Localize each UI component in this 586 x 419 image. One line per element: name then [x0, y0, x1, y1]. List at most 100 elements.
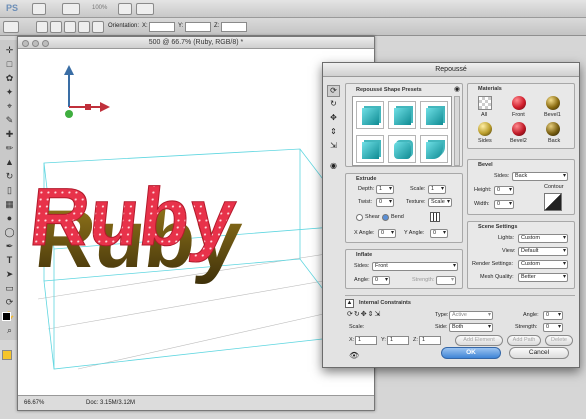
3d-scene[interactable]: Ruby Ruby [18, 49, 374, 395]
bevel-height-input[interactable]: 0 [494, 186, 514, 195]
constraint-type-select[interactable]: Active [449, 311, 493, 320]
doc-size-readout[interactable]: Doc: 3.15M/3.12M [86, 400, 135, 406]
3d-scale-button[interactable] [92, 21, 104, 33]
presets-scrollbar[interactable] [454, 96, 460, 166]
history-brush-tool-icon[interactable]: ↻ [3, 170, 16, 183]
camera-icon[interactable]: ◉ [327, 161, 340, 173]
inflate-strength-input[interactable] [436, 276, 456, 285]
preview-toggle-icon[interactable]: 👁 [349, 351, 359, 360]
material-sides-label: Sides [478, 138, 492, 144]
texture-label: Texture: [406, 199, 426, 205]
pen-tool-icon[interactable]: ✒ [3, 240, 16, 253]
background-color-swatch[interactable] [2, 350, 12, 360]
eraser-tool-icon[interactable]: ▯ [3, 184, 16, 197]
zoom-tool-icon[interactable]: ⌕ [3, 324, 16, 337]
preset-bevel-extrude[interactable] [420, 101, 448, 129]
preset-inflate[interactable] [356, 135, 384, 163]
render-settings-select[interactable]: Custom [518, 260, 568, 269]
constraint-strength-input[interactable]: 0 [543, 323, 563, 332]
object-pan-icon[interactable]: ✥ [327, 113, 340, 125]
marquee-tool-icon[interactable]: □ [3, 58, 16, 71]
contour-picker[interactable] [544, 193, 562, 211]
3d-pan-button[interactable] [64, 21, 76, 33]
material-sides-swatch[interactable] [478, 122, 492, 136]
object-scale-icon[interactable]: ⇲ [327, 141, 340, 153]
tool-preset-picker[interactable] [3, 21, 19, 33]
constraint-y-input[interactable]: 1 [387, 336, 409, 345]
bevel-width-input[interactable]: 0 [494, 200, 514, 209]
move-tool-icon[interactable]: ✛ [3, 44, 16, 57]
type-tool-icon[interactable]: T [3, 254, 16, 267]
cancel-button[interactable]: Cancel [509, 347, 569, 359]
lasso-tool-icon[interactable]: ✿ [3, 72, 16, 85]
document-canvas[interactable]: Ruby Ruby [18, 49, 374, 395]
3d-slide-button[interactable] [78, 21, 90, 33]
texture-select[interactable]: Scale [428, 198, 452, 207]
foreground-color-swatch[interactable] [2, 312, 11, 321]
delete-constraint-button[interactable]: Delete [545, 335, 573, 346]
screen-mode-button[interactable] [136, 3, 154, 15]
preset-scale[interactable] [388, 135, 416, 163]
lights-select[interactable]: Custom [518, 234, 568, 243]
material-all-swatch[interactable] [478, 96, 492, 110]
view-select[interactable]: Default [518, 247, 568, 256]
hand-tool-button[interactable] [118, 3, 132, 15]
close-icon[interactable] [22, 40, 29, 47]
presets-menu-icon[interactable]: ◉ [454, 85, 460, 93]
minimize-icon[interactable] [32, 40, 39, 47]
constraint-z-input[interactable]: 1 [419, 336, 441, 345]
eyedropper-tool-icon[interactable]: ✎ [3, 114, 16, 127]
preset-extrude[interactable] [356, 101, 384, 129]
3d-rotate-button[interactable] [36, 21, 48, 33]
object-slide-icon[interactable]: ⇕ [327, 127, 340, 139]
scale-input[interactable]: 1 [428, 185, 446, 194]
view-extras-button[interactable] [62, 3, 80, 15]
preset-bevel-frame[interactable] [388, 101, 416, 129]
orientation-x-field[interactable] [149, 22, 175, 32]
3d-roll-button[interactable] [50, 21, 62, 33]
constraint-angle-input[interactable]: 0 [543, 311, 563, 320]
dodge-tool-icon[interactable]: ◯ [3, 226, 16, 239]
material-back-swatch[interactable] [546, 122, 560, 136]
material-bevel2-swatch[interactable] [512, 122, 526, 136]
material-front-swatch[interactable] [512, 96, 526, 110]
constraint-side-select[interactable]: Both [449, 323, 493, 332]
inflate-angle-input[interactable]: 0 [372, 276, 390, 285]
twist-input[interactable]: 0 [376, 198, 394, 207]
launch-bridge-button[interactable] [32, 3, 46, 15]
constraint-x-input[interactable]: 1 [355, 336, 377, 345]
shape-tool-icon[interactable]: ▭ [3, 282, 16, 295]
zoom-window-icon[interactable] [42, 40, 49, 47]
object-rotate-icon[interactable]: ⟳ [327, 85, 340, 97]
path-selection-tool-icon[interactable]: ➤ [3, 268, 16, 281]
zoom-readout[interactable]: 66.67% [24, 400, 44, 406]
add-element-button[interactable]: Add Element [455, 335, 503, 346]
constraint-tools-icon[interactable]: ⟳↻✥⇕⇲ [347, 310, 381, 318]
3d-rotate-tool-icon[interactable]: ⟳ [3, 296, 16, 309]
clone-stamp-tool-icon[interactable]: ▲ [3, 156, 16, 169]
shear-radio[interactable] [356, 214, 363, 221]
ok-button[interactable]: OK [441, 347, 501, 359]
crop-tool-icon[interactable]: ⌖ [3, 100, 16, 113]
blur-tool-icon[interactable]: ● [3, 212, 16, 225]
reference-point-grid-icon[interactable] [430, 212, 440, 222]
x-angle-input[interactable]: 0 [378, 229, 396, 238]
constraints-toggle-icon[interactable]: ▲ [345, 299, 354, 308]
zoom-level[interactable]: 100% [92, 5, 107, 11]
brush-tool-icon[interactable]: ✏ [3, 142, 16, 155]
preset-bend[interactable] [420, 135, 448, 163]
material-bevel1-swatch[interactable] [546, 96, 560, 110]
object-roll-icon[interactable]: ↻ [327, 99, 340, 111]
inflate-sides-select[interactable]: Front [372, 262, 458, 271]
orientation-y-field[interactable] [185, 22, 211, 32]
bevel-sides-select[interactable]: Back [512, 172, 568, 181]
y-angle-input[interactable]: 0 [430, 229, 448, 238]
healing-brush-tool-icon[interactable]: ✚ [3, 128, 16, 141]
quick-select-tool-icon[interactable]: ✦ [3, 86, 16, 99]
mesh-quality-select[interactable]: Better [518, 273, 568, 282]
add-path-button[interactable]: Add Path [507, 335, 541, 346]
bend-radio[interactable] [382, 214, 389, 221]
orientation-z-field[interactable] [221, 22, 247, 32]
depth-input[interactable]: 1 [376, 185, 394, 194]
gradient-tool-icon[interactable]: ▦ [3, 198, 16, 211]
